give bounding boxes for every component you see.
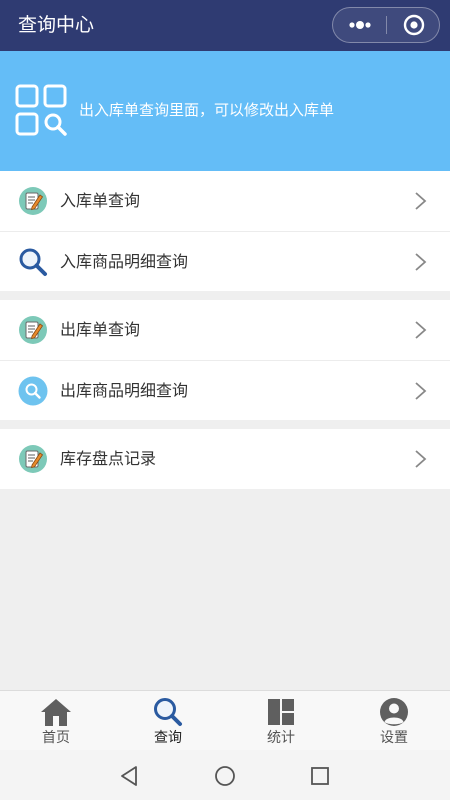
tab-label: 统计 — [267, 730, 295, 746]
menu-item-label: 库存盘点记录 — [60, 449, 157, 468]
home-icon — [41, 699, 71, 726]
recents-square-icon[interactable] — [308, 764, 332, 788]
menu-item-outbound-order-query[interactable]: 出库单查询 — [0, 300, 450, 360]
edit-note-icon — [19, 316, 47, 344]
page-title: 查询中心 — [18, 14, 95, 36]
tab-settings[interactable]: 设置 — [338, 691, 450, 751]
menu-item-inbound-order-query[interactable]: 入库单查询 — [0, 171, 450, 231]
menu-item-label: 出库商品明细查询 — [60, 381, 189, 400]
stats-grid-icon — [268, 699, 294, 725]
more-icon — [349, 21, 371, 29]
search-icon — [19, 248, 47, 276]
close-button[interactable] — [387, 8, 439, 42]
tab-home[interactable]: 首页 — [0, 691, 112, 751]
back-icon[interactable] — [117, 764, 141, 788]
tab-stats[interactable]: 统计 — [225, 691, 337, 751]
menu-item-stocktake-records[interactable]: 库存盘点记录 — [0, 429, 450, 489]
menu-group-inbound: 入库单查询 入库商品明细查询 — [0, 171, 450, 291]
tab-label: 查询 — [154, 730, 182, 746]
tab-query[interactable]: 查询 — [112, 691, 224, 751]
menu-group-outbound: 出库单查询 出库商品明细查询 — [0, 300, 450, 420]
menu-item-outbound-goods-detail-query[interactable]: 出库商品明细查询 — [0, 360, 450, 420]
menu-item-label: 入库单查询 — [60, 191, 141, 210]
chevron-right-icon — [415, 253, 427, 271]
user-icon — [380, 698, 408, 726]
chevron-right-icon — [415, 192, 427, 210]
home-circle-icon[interactable] — [213, 764, 237, 788]
search-icon — [154, 698, 182, 726]
chevron-right-icon — [415, 382, 427, 400]
nav-header: 查询中心 — [0, 0, 450, 51]
system-nav-bar — [0, 750, 450, 800]
menu-item-label: 入库商品明细查询 — [60, 252, 189, 271]
more-button[interactable] — [333, 8, 385, 42]
tab-label: 设置 — [380, 730, 408, 746]
search-circle-icon — [18, 376, 48, 406]
tab-label: 首页 — [42, 730, 70, 746]
close-target-icon — [403, 14, 425, 36]
menu-item-inbound-goods-detail-query[interactable]: 入库商品明细查询 — [0, 231, 450, 291]
edit-note-icon — [19, 445, 47, 473]
menu-group-inventory: 库存盘点记录 — [0, 429, 450, 489]
bottom-tab-bar: 首页 查询 统计 设置 — [0, 690, 450, 750]
menu-item-label: 出库单查询 — [60, 320, 141, 339]
chevron-right-icon — [415, 450, 427, 468]
edit-note-icon — [19, 187, 47, 215]
grid-search-icon — [15, 84, 67, 136]
mini-program-capsule — [332, 7, 440, 43]
chevron-right-icon — [415, 321, 427, 339]
banner-text: 出入库单查询里面，可以修改出入库单 — [79, 101, 335, 119]
